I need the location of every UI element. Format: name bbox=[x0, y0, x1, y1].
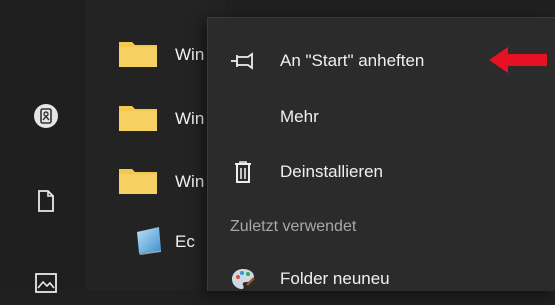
pin-icon bbox=[230, 48, 256, 74]
recent-section-header: Zuletzt verwendet bbox=[230, 218, 357, 235]
list-item-label: Win bbox=[175, 172, 205, 191]
paint-palette-icon bbox=[230, 266, 256, 292]
list-item-label: Win bbox=[175, 45, 205, 64]
image-icon[interactable] bbox=[33, 270, 59, 296]
app-tile-icon bbox=[133, 224, 165, 261]
list-item[interactable]: Win bbox=[118, 162, 204, 202]
uninstall-menu-item[interactable]: Deinstallieren bbox=[208, 146, 555, 198]
folder-icon bbox=[118, 102, 158, 137]
menu-item-label: Folder neuneu bbox=[280, 269, 390, 288]
start-left-rail bbox=[0, 0, 85, 293]
red-arrow-annotation bbox=[488, 45, 548, 75]
trash-icon bbox=[230, 159, 256, 185]
recent-item[interactable]: Folder neuneu bbox=[208, 253, 555, 305]
menu-item-label: Mehr bbox=[280, 107, 319, 126]
app-list: Win Win Win Ec bbox=[85, 0, 225, 290]
menu-item-label: Deinstallieren bbox=[280, 162, 383, 181]
user-badge-icon[interactable] bbox=[33, 103, 59, 129]
list-item-label: Ec bbox=[175, 232, 195, 251]
document-icon[interactable] bbox=[33, 188, 59, 214]
folder-icon bbox=[118, 165, 158, 200]
list-item[interactable]: Win bbox=[118, 99, 204, 139]
more-menu-item[interactable]: Mehr bbox=[208, 91, 555, 143]
menu-item-label: An "Start" anheften bbox=[280, 51, 425, 70]
list-item[interactable]: Ec bbox=[133, 222, 195, 262]
list-item[interactable]: Win bbox=[118, 35, 204, 75]
folder-icon bbox=[118, 38, 158, 73]
list-item-label: Win bbox=[175, 109, 205, 128]
